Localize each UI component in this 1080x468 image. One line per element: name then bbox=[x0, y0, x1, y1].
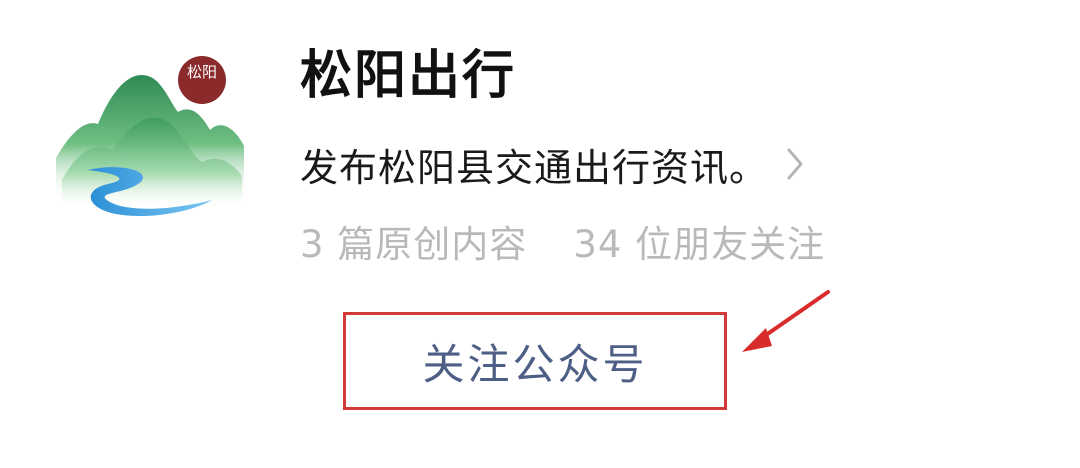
account-logo: 松阳 bbox=[56, 56, 244, 217]
red-arrow-icon bbox=[742, 290, 830, 352]
chevron-right-icon bbox=[787, 148, 803, 180]
friends-following-count: 34 位朋友关注 bbox=[573, 223, 826, 266]
original-content-count: 3 篇原创内容 bbox=[300, 223, 528, 266]
account-description: 发布松阳县交通出行资讯。 bbox=[300, 145, 769, 190]
account-name: 松阳出行 bbox=[300, 46, 517, 106]
follow-button-label: 关注公众号 bbox=[422, 339, 648, 389]
account-description-link[interactable]: 发布松阳县交通出行资讯。 bbox=[300, 136, 804, 192]
account-stats: 3 篇原创内容 34 位朋友关注 bbox=[300, 214, 825, 268]
svg-text:松阳: 松阳 bbox=[187, 63, 217, 81]
logo-seal: 松阳 bbox=[178, 56, 226, 104]
follow-account-button[interactable]: 关注公众号 bbox=[343, 312, 727, 410]
